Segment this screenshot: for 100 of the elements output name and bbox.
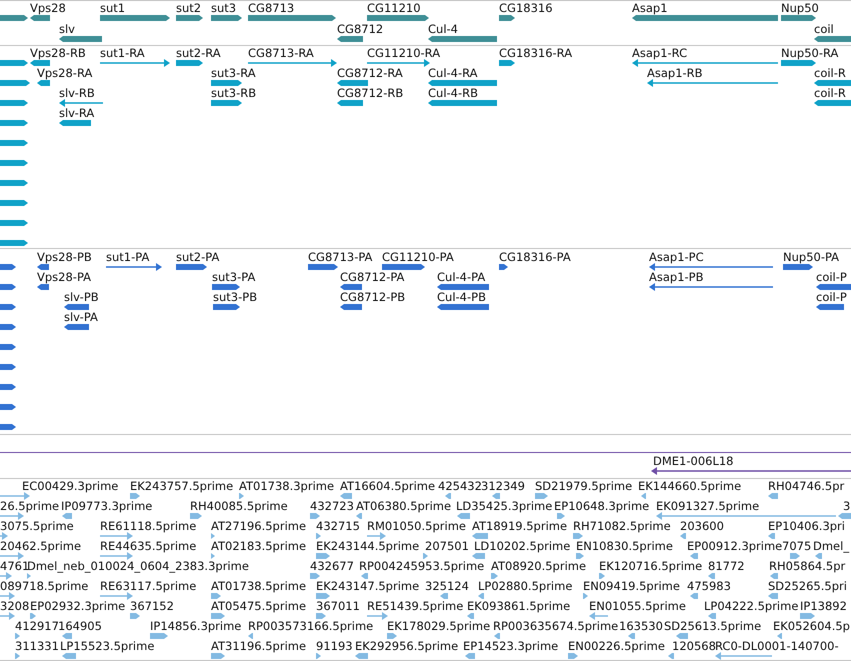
feature-label: 367152 bbox=[130, 600, 174, 612]
feature-label: CG8713 bbox=[248, 2, 294, 14]
feature-label: CG18316-PA bbox=[499, 251, 571, 263]
feature-label: CG8712-PA bbox=[340, 271, 404, 283]
feature-label: Vps28-PA bbox=[37, 271, 92, 283]
feature-label: coil-P bbox=[816, 271, 847, 283]
feature-label: slv-RB bbox=[59, 87, 95, 99]
feature-label: coil bbox=[814, 23, 834, 35]
feature-label: LD35425.3prime bbox=[456, 500, 552, 512]
feature-label: SD21979.5prime bbox=[535, 480, 632, 492]
feature-label: EK144660.5prime bbox=[638, 480, 742, 492]
feature-label: CG8712-RA bbox=[337, 67, 403, 79]
feature-label: AT01738.5prime bbox=[211, 580, 306, 592]
feature-label: EK243757.5prime bbox=[130, 480, 234, 492]
feature-label: slv-PB bbox=[64, 291, 99, 303]
feature-label: 4761 bbox=[0, 560, 30, 572]
feature-label: AT31196.5prime bbox=[211, 640, 306, 652]
feature-label: sut2 bbox=[176, 2, 202, 14]
feature-label: slv-PA bbox=[64, 311, 98, 323]
feature-label: Asap1-RC bbox=[632, 47, 688, 59]
feature-label: LD10202.5prime bbox=[474, 540, 570, 552]
feature-label: IP09773.3prime bbox=[61, 500, 152, 512]
feature-label: Vps28-PB bbox=[37, 251, 92, 263]
feature-label: 81772 bbox=[708, 560, 745, 572]
feature-label: CG11210-PA bbox=[382, 251, 454, 263]
feature-label: 3 bbox=[843, 500, 850, 512]
feature-label: RC0-DL0001-140700- bbox=[715, 640, 839, 652]
feature-label: EP02932.3prime bbox=[30, 600, 126, 612]
feature-label: Cul-4 bbox=[428, 23, 458, 35]
feature-label: slv bbox=[59, 23, 75, 35]
feature-label: AT18919.5prime bbox=[472, 520, 568, 532]
feature-label: RP004245953.5prime bbox=[359, 560, 484, 572]
feature-label: 432677 bbox=[310, 560, 354, 572]
feature-label: Cul-4-RA bbox=[428, 67, 478, 79]
feature-label: RE61118.5prime bbox=[100, 520, 196, 532]
feature-label: sut1-PA bbox=[106, 251, 150, 263]
feature-label: coil-R bbox=[814, 67, 846, 79]
feature-label: Vps28-RB bbox=[30, 47, 86, 59]
feature-label: 475983 bbox=[687, 580, 731, 592]
feature-label: Asap1-PB bbox=[649, 271, 704, 283]
feature-label: 312349 bbox=[481, 480, 525, 492]
feature-label: EK120716.5prime bbox=[599, 560, 702, 572]
feature-label: Vps28 bbox=[30, 2, 66, 14]
feature-label: AT05475.5prime bbox=[211, 600, 306, 612]
feature-label: CG11210 bbox=[367, 2, 421, 14]
feature-label: EK052604.5p bbox=[773, 620, 850, 632]
feature-label: EP14523.3prime bbox=[463, 640, 558, 652]
feature-label: AT06380.5prime bbox=[356, 500, 452, 512]
feature-label: RE63117.5prime bbox=[100, 580, 196, 592]
feature-label: RH71082.5prime bbox=[573, 520, 671, 532]
feature-label: sut3-RA bbox=[211, 67, 256, 79]
feature-label: EN01055.5prime bbox=[589, 600, 686, 612]
feature-label: Dmel_ bbox=[813, 540, 850, 552]
feature-label: Asap1-PC bbox=[649, 251, 704, 263]
feature-label: 20462.5prime bbox=[0, 540, 82, 552]
feature-label: CG8712-RB bbox=[337, 87, 404, 99]
feature-label: LP15523.5prime bbox=[60, 640, 154, 652]
feature-label: EK178029.5prime bbox=[387, 620, 490, 632]
feature-label: coil-R bbox=[814, 87, 846, 99]
feature-label: 163530 bbox=[619, 620, 663, 632]
feature-label: Cul-4-RB bbox=[428, 87, 478, 99]
feature-label: CG18316-RA bbox=[499, 47, 572, 59]
feature-label: RH04746.5pr bbox=[768, 480, 844, 492]
feature-label: sut1 bbox=[100, 2, 126, 14]
feature-label: RM01050.5prime bbox=[367, 520, 466, 532]
feature-label: EK292956.5prime bbox=[355, 640, 458, 652]
feature-label: Nup50-RA bbox=[781, 47, 838, 59]
feature-label: RH05864.5pr bbox=[769, 560, 846, 572]
feature-label: sut2-RA bbox=[176, 47, 221, 59]
feature-label: 26.5prime bbox=[0, 500, 60, 512]
feature-label: CG8713-RA bbox=[248, 47, 314, 59]
feature-label: Cul-4-PA bbox=[437, 271, 486, 283]
feature-label: CG11210-RA bbox=[367, 47, 440, 59]
feature-label: Nup50-PA bbox=[783, 251, 840, 263]
feature-label: 412917 bbox=[15, 620, 59, 632]
feature-label: AT27196.5prime bbox=[211, 520, 306, 532]
feature-label: RH40085.5prime bbox=[190, 500, 288, 512]
feature-label: EN10830.5prime bbox=[576, 540, 673, 552]
feature-label: 7075 bbox=[782, 540, 812, 552]
feature-label: Nup50 bbox=[781, 2, 819, 14]
feature-label: LP02880.5prime bbox=[478, 580, 572, 592]
feature-label: 432715 bbox=[316, 520, 360, 532]
feature-label: slv-RA bbox=[59, 107, 94, 119]
feature-label: IP13892 bbox=[800, 600, 847, 612]
feature-label: CG8712 bbox=[337, 23, 384, 35]
feature-label: AT02183.5prime bbox=[211, 540, 306, 552]
feature-label: 3075.5prime bbox=[0, 520, 74, 532]
feature-label: EP10648.3prime bbox=[554, 500, 650, 512]
feature-label: Asap1 bbox=[632, 2, 668, 14]
feature-label: AT01738.3prime bbox=[239, 480, 334, 492]
feature-label: 089718.5prime bbox=[0, 580, 88, 592]
feature-label: RP003635674.5prime bbox=[493, 620, 618, 632]
feature-label: RE44635.5prime bbox=[100, 540, 196, 552]
feature-label: 164905 bbox=[58, 620, 102, 632]
feature-label: AT16604.5prime bbox=[340, 480, 436, 492]
feature-label: 91193 bbox=[316, 640, 353, 652]
feature-label: 325124 bbox=[425, 580, 469, 592]
feature-label: EN00226.5prime bbox=[568, 640, 665, 652]
feature-label: CG18316 bbox=[499, 2, 553, 14]
feature-label: Asap1-RB bbox=[647, 67, 703, 79]
